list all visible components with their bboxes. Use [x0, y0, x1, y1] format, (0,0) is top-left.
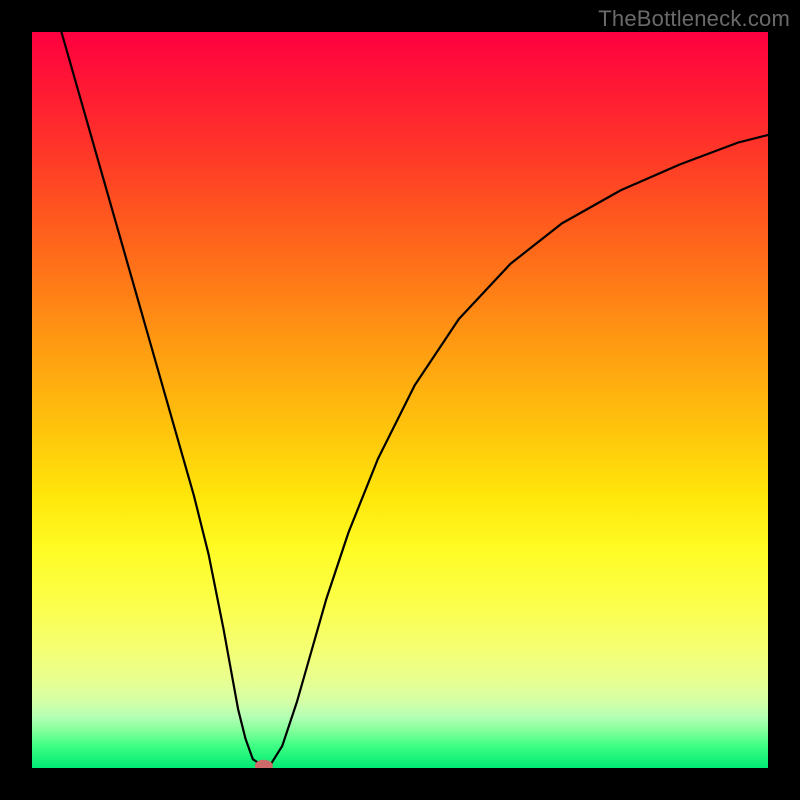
watermark-label: TheBottleneck.com	[598, 6, 790, 32]
chart-frame: TheBottleneck.com	[0, 0, 800, 800]
plot-area	[32, 32, 768, 768]
bottleneck-curve	[61, 32, 768, 767]
chart-svg	[32, 32, 768, 768]
